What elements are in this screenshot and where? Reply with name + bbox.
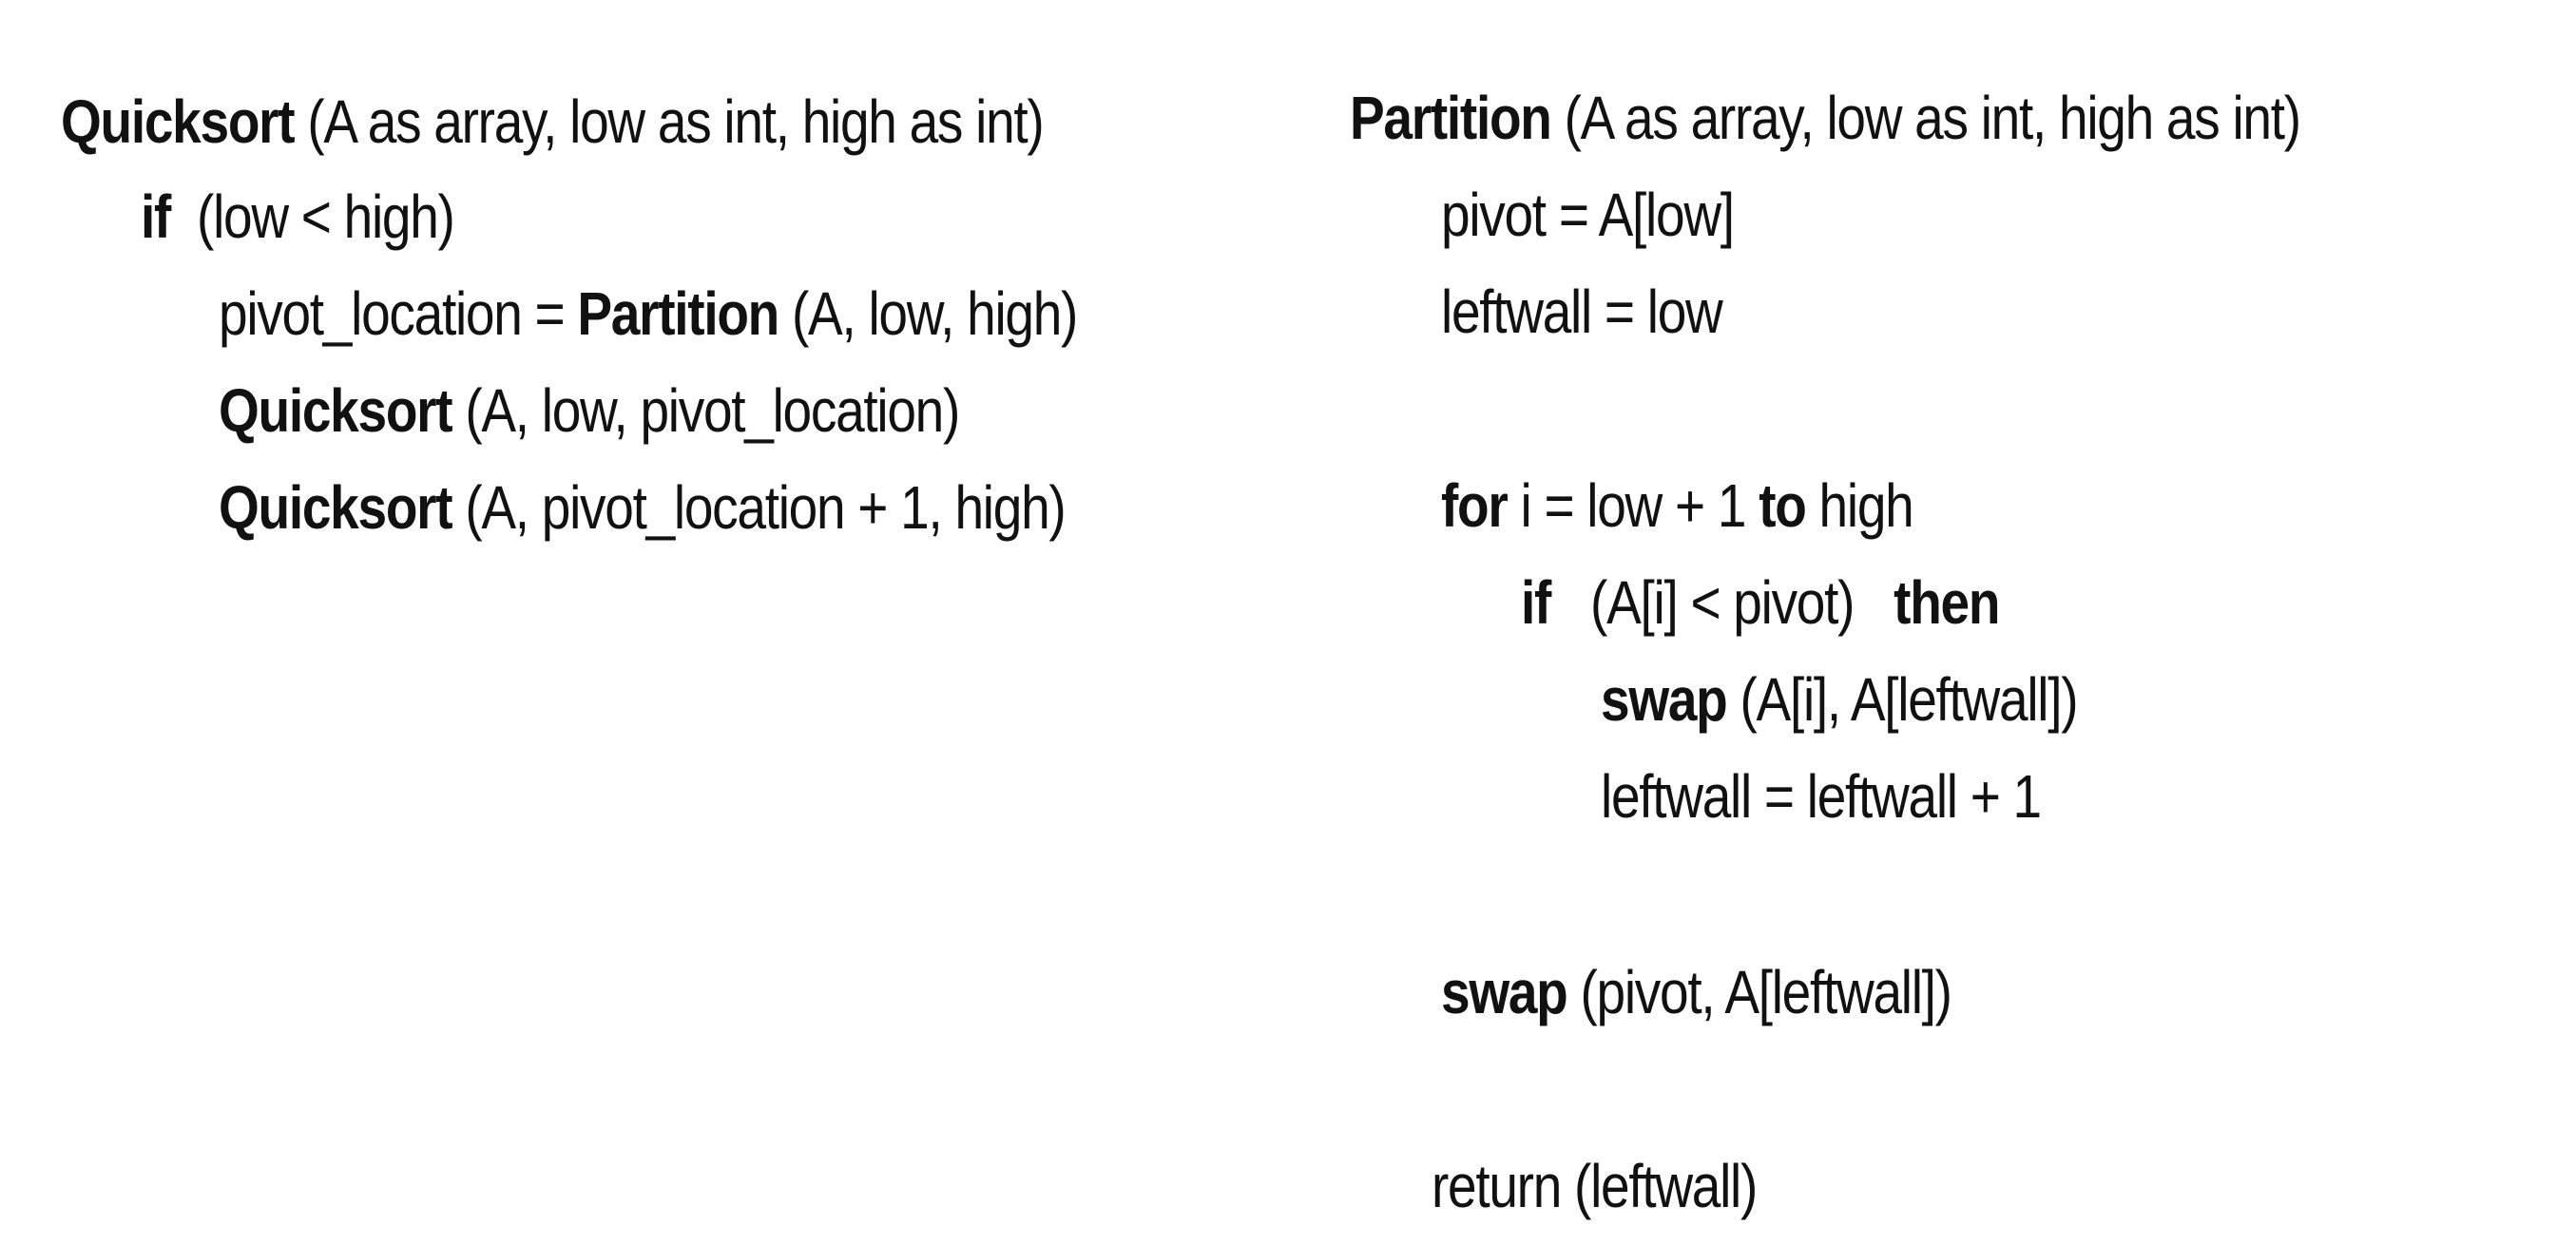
then-keyword: then bbox=[1894, 568, 2000, 637]
quicksort-call-args: (A, low, pivot_location) bbox=[452, 376, 960, 445]
swap-keyword: swap bbox=[1601, 665, 1728, 734]
swap-args: (pivot, A[leftwall]) bbox=[1567, 958, 1951, 1026]
leftwall-increment: leftwall = leftwall + 1 bbox=[1601, 762, 2042, 831]
assignment-prefix: pivot_location = bbox=[219, 279, 578, 348]
loop-range-start: i = low + 1 bbox=[1507, 471, 1759, 540]
quicksort-signature: Quicksort (A as array, low as int, high … bbox=[61, 87, 1045, 156]
for-loop-header: for i = low + 1 to high bbox=[1441, 471, 1914, 540]
quicksort-right-call: Quicksort (A, pivot_location + 1, high) bbox=[219, 473, 1067, 542]
quicksort-call-name: Quicksort bbox=[219, 376, 453, 445]
if-statement: if (A[i] < pivot) then bbox=[1521, 568, 2000, 637]
if-statement: if (low < high) bbox=[141, 182, 455, 251]
partition-call-args: (A, low, high) bbox=[778, 279, 1078, 348]
if-keyword: if bbox=[1521, 568, 1551, 637]
for-keyword: for bbox=[1441, 471, 1509, 540]
quicksort-call-name: Quicksort bbox=[219, 473, 453, 542]
quicksort-left-call: Quicksort (A, low, pivot_location) bbox=[219, 376, 960, 445]
loop-range-end: high bbox=[1805, 471, 1914, 540]
swap-call-inner: swap (A[i], A[leftwall]) bbox=[1601, 665, 2079, 734]
leftwall-assignment: leftwall = low bbox=[1441, 278, 1723, 346]
statement-text: leftwall = leftwall + 1 bbox=[1601, 762, 2042, 831]
partition-call-line: pivot_location = Partition (A, low, high… bbox=[219, 279, 1078, 348]
partition-signature: Partition (A as array, low as int, high … bbox=[1350, 84, 2301, 152]
parameter-list: (A as array, low as int, high as int) bbox=[294, 87, 1044, 156]
if-condition: (low < high) bbox=[170, 182, 455, 251]
pivot-assignment: pivot = A[low] bbox=[1441, 181, 1735, 249]
function-name: Partition bbox=[1350, 84, 1552, 152]
swap-args: (A[i], A[leftwall]) bbox=[1726, 665, 2078, 734]
if-keyword: if bbox=[141, 182, 171, 251]
statement-text: pivot = A[low] bbox=[1441, 181, 1735, 249]
swap-keyword: swap bbox=[1441, 958, 1568, 1026]
statement-text: leftwall = low bbox=[1441, 278, 1723, 346]
function-name: Quicksort bbox=[61, 87, 296, 156]
to-keyword: to bbox=[1759, 471, 1807, 540]
partition-call-name: Partition bbox=[577, 279, 779, 348]
return-statement: return (leftwall) bbox=[1432, 1152, 1758, 1220]
slide: Quicksort (A as array, low as int, high … bbox=[0, 0, 2576, 1245]
statement-text: return (leftwall) bbox=[1432, 1152, 1758, 1220]
quicksort-call-args: (A, pivot_location + 1, high) bbox=[452, 473, 1066, 542]
if-condition: (A[i] < pivot) bbox=[1550, 568, 1894, 637]
swap-call-final: swap (pivot, A[leftwall]) bbox=[1441, 958, 1952, 1026]
parameter-list: (A as array, low as int, high as int) bbox=[1550, 84, 2301, 152]
